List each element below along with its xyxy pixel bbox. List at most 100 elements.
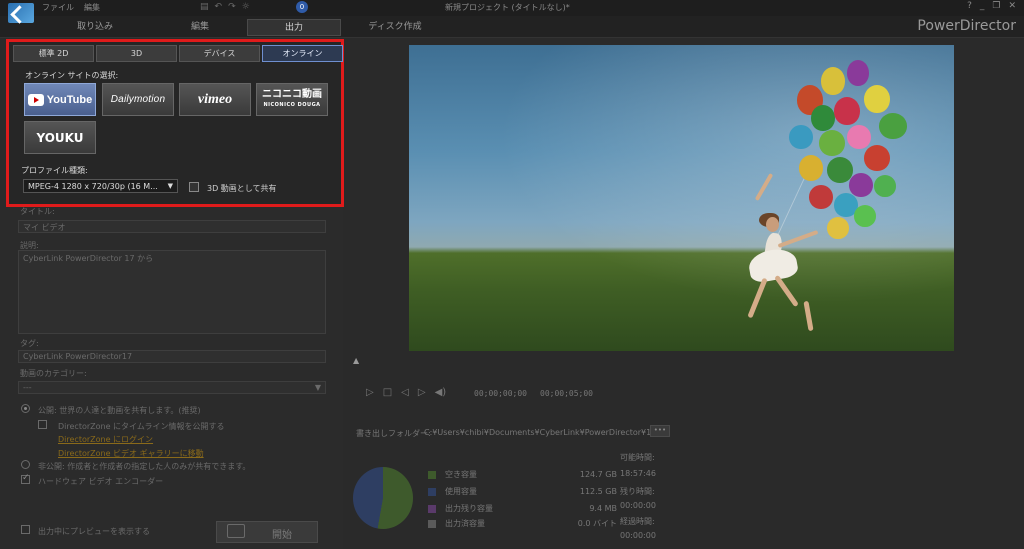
- tab-3d[interactable]: 3D: [96, 45, 177, 62]
- tab-edit[interactable]: 編集: [160, 19, 240, 36]
- vimeo-button[interactable]: vimeo: [179, 83, 251, 116]
- share-3d-checkbox[interactable]: [189, 182, 199, 192]
- close-icon[interactable]: ✕: [1008, 1, 1016, 11]
- description-input[interactable]: CyberLink PowerDirector 17 から: [18, 250, 326, 334]
- tab-capture[interactable]: 取り込み: [55, 19, 135, 36]
- brand-name: PowerDirector: [917, 18, 1016, 34]
- redo-icon[interactable]: ↷: [228, 2, 236, 12]
- available-time-label: 可能時間:: [620, 453, 655, 462]
- remaining-time-label: 残り時間:: [620, 487, 655, 496]
- chevron-down-icon: ▼: [314, 383, 321, 392]
- balloon: [854, 205, 876, 227]
- category-label: 動画のカテゴリー:: [20, 369, 87, 378]
- timecode-total: 00;00;05;00: [540, 389, 593, 398]
- output-folder-path: C:¥Users¥chibi¥Documents¥CyberLink¥Power…: [424, 428, 652, 437]
- balloon: [827, 217, 849, 239]
- balloon: [874, 175, 896, 197]
- menu-bar: ファイル 編集: [42, 2, 100, 13]
- niconico-logo: ニコニコ動画 NICONICO DOUGA: [262, 88, 322, 108]
- app-logo-icon: [8, 3, 34, 23]
- next-frame-icon[interactable]: ▷: [418, 387, 426, 398]
- tab-standard-2d[interactable]: 標準 2D: [13, 45, 94, 62]
- balloon: [809, 185, 833, 209]
- timecode-current: 00;00;00;00: [474, 389, 527, 398]
- online-site-label: オンライン サイトの選択:: [25, 71, 119, 80]
- menu-file[interactable]: ファイル: [42, 2, 74, 13]
- tab-produce[interactable]: 出力: [247, 19, 341, 36]
- category-select[interactable]: --- ▼: [18, 381, 326, 394]
- profile-type-select[interactable]: MPEG-4 1280 x 720/30p (16 M... ▼: [23, 179, 178, 193]
- start-button[interactable]: 開始: [216, 521, 318, 543]
- balloon: [789, 125, 813, 149]
- title-input[interactable]: マイ ビデオ: [18, 220, 326, 233]
- private-radio[interactable]: [21, 460, 30, 469]
- disk-legend-row: 出力残り容量 9.4 MB: [428, 503, 617, 514]
- disk-legend-row: 空き容量 124.7 GB: [428, 469, 617, 480]
- hardware-encoder-label: ハードウェア ビデオ エンコーダー: [38, 477, 164, 486]
- stop-icon[interactable]: □: [383, 387, 392, 398]
- balloon: [864, 85, 890, 113]
- dailymotion-logo: Dailymotion: [110, 94, 166, 105]
- play-icon[interactable]: ▷: [366, 387, 374, 398]
- legend-swatch: [428, 487, 436, 496]
- legend-swatch: [428, 470, 436, 479]
- balloon: [847, 125, 871, 149]
- title-bar: ファイル 編集 ▤ ↶ ↷ ☼ 0 新規プロジェクト (タイトルなし)* ? _…: [0, 0, 1024, 23]
- available-time-value: 18:57:46: [620, 469, 656, 478]
- title-label: タイトル:: [20, 207, 55, 216]
- public-label: 公開: 世界の人達と動画を共有します。(推奨): [38, 406, 201, 415]
- notification-badge[interactable]: 0: [296, 1, 308, 13]
- private-label: 非公開: 作成者と作成者の指定した人のみが共有できます。: [38, 462, 251, 471]
- public-radio[interactable]: [21, 404, 30, 413]
- preview-checkbox[interactable]: [21, 525, 30, 534]
- help-icon[interactable]: ?: [967, 1, 972, 11]
- vimeo-logo: vimeo: [197, 91, 233, 107]
- preview-toggle-icon[interactable]: ▲: [353, 356, 359, 365]
- directorzone-gallery-link[interactable]: DirectorZone ビデオ ギャラリーに移動: [58, 448, 204, 459]
- directorzone-login-link[interactable]: DirectorZone にログイン: [58, 434, 153, 445]
- tags-label: タグ:: [20, 339, 39, 348]
- online-sharing-panel: 標準 2D 3D デバイス オンライン オンライン サイトの選択: YouTub…: [6, 39, 344, 207]
- youku-button[interactable]: YOUKU: [24, 121, 96, 154]
- balloon: [879, 113, 907, 139]
- playback-controls: ▷ □ ◁ ▷ ◀): [366, 387, 446, 398]
- window-title: 新規プロジェクト (タイトルなし)*: [445, 3, 570, 12]
- disk-usage-pie: [353, 467, 413, 529]
- balloon: [799, 155, 823, 181]
- balloon: [811, 105, 835, 131]
- directorzone-checkbox[interactable]: [38, 420, 47, 429]
- remaining-time-value: 00:00:00: [620, 501, 656, 510]
- share-3d-label: 3D 動画として共有: [207, 184, 277, 193]
- previous-frame-icon[interactable]: ◁: [401, 387, 409, 398]
- volume-icon[interactable]: ◀): [435, 387, 447, 398]
- disk-legend-row: 使用容量 112.5 GB: [428, 486, 617, 497]
- youtube-button[interactable]: YouTube: [24, 83, 96, 116]
- dancer-head: [766, 217, 779, 232]
- balloon: [819, 130, 845, 156]
- tags-input[interactable]: CyberLink PowerDirector17: [18, 350, 326, 363]
- balloon: [821, 67, 845, 95]
- disk-legend-row: 出力済容量 0.0 バイト: [428, 518, 617, 529]
- settings-icon[interactable]: ☼: [242, 2, 250, 12]
- youku-logo: YOUKU: [36, 130, 84, 145]
- menu-edit[interactable]: 編集: [84, 2, 100, 13]
- tab-device[interactable]: デバイス: [179, 45, 260, 62]
- mode-tab-bar: 取り込み 編集 出力 ディスク作成: [0, 16, 1024, 38]
- tab-disc[interactable]: ディスク作成: [355, 19, 435, 36]
- restore-icon[interactable]: ❐: [992, 1, 1000, 11]
- dailymotion-button[interactable]: Dailymotion: [102, 83, 174, 116]
- directorzone-label: DirectorZone にタイムライン情報を公開する: [58, 422, 225, 431]
- save-icon[interactable]: ▤: [200, 2, 209, 12]
- profile-type-label: プロファイル種類:: [21, 166, 88, 175]
- minimize-icon[interactable]: _: [980, 1, 985, 11]
- tab-online[interactable]: オンライン: [262, 45, 343, 62]
- video-preview: [409, 45, 954, 351]
- undo-icon[interactable]: ↶: [215, 2, 223, 12]
- checkmark-icon: ✓: [22, 473, 30, 483]
- youtube-logo: YouTube: [27, 93, 92, 106]
- browse-folder-button[interactable]: •••: [650, 425, 670, 437]
- youtube-play-icon: [27, 93, 44, 106]
- hardware-encoder-checkbox[interactable]: ✓: [21, 473, 30, 484]
- window-controls: ? _ ❐ ✕: [967, 1, 1016, 11]
- niconico-button[interactable]: ニコニコ動画 NICONICO DOUGA: [256, 83, 328, 116]
